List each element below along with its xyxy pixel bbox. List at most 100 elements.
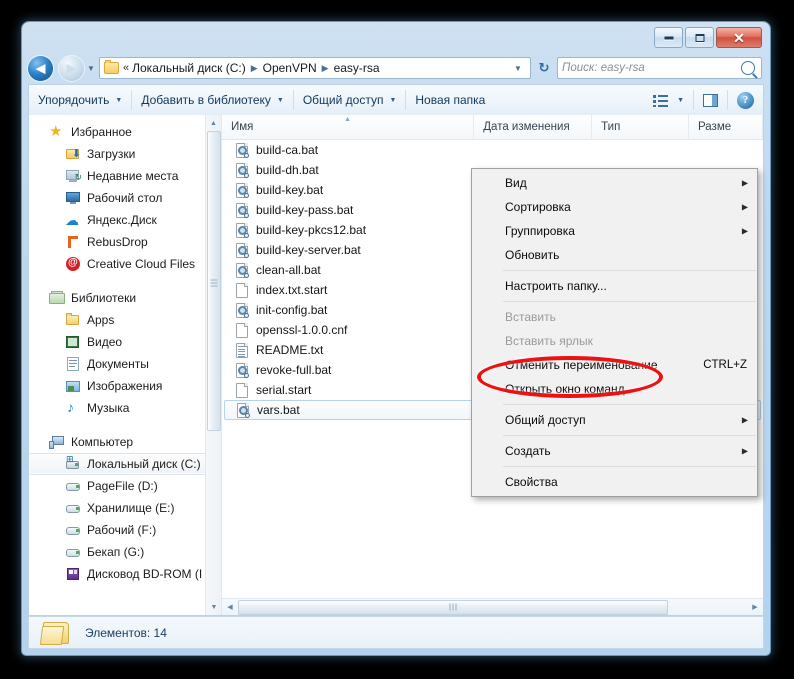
file-name-label: build-key-server.bat	[256, 243, 361, 257]
hscroll-left-button[interactable]: ◀	[222, 603, 238, 611]
breadcrumb-item-drive[interactable]: Локальный диск (C:)	[132, 61, 246, 75]
organize-button[interactable]: Упорядочить ▼	[29, 88, 131, 112]
menu-item[interactable]: Отменить переименование CTRL+Z	[472, 353, 757, 377]
menu-item-shortcut: CTRL+Z	[703, 359, 747, 371]
column-header[interactable]: ▲ Имя	[222, 115, 475, 139]
close-button[interactable]: ✕	[716, 27, 762, 48]
file-name-label: vars.bat	[257, 403, 300, 417]
address-breadcrumb-bar[interactable]: « Локальный диск (C:) ▶ OpenVPN ▶ easy-r…	[99, 57, 531, 79]
refresh-button[interactable]: ↻	[533, 57, 555, 79]
history-dropdown-button[interactable]: ▼	[84, 64, 98, 73]
sidebar-item[interactable]: Apps	[29, 309, 221, 331]
breadcrumb-overflow[interactable]: «	[123, 62, 132, 74]
file-row[interactable]: build-ca.bat	[222, 140, 763, 160]
search-icon	[741, 61, 755, 75]
hscroll-thumb[interactable]	[238, 599, 668, 615]
drive-icon	[65, 544, 81, 560]
scrollbar-grip-icon	[449, 603, 457, 611]
sidebar-item[interactable]: Документы	[29, 353, 221, 375]
sidebar-item[interactable]: Рабочий (F:)	[29, 519, 221, 541]
navigation-group-label: Избранное	[71, 125, 132, 139]
breadcrumb-separator-icon[interactable]: ▶	[246, 63, 263, 74]
menu-item-label: Вставить	[505, 310, 556, 324]
forward-button[interactable]: ▶	[59, 55, 84, 81]
navigation-pane[interactable]: ★ Избранное ⬇ Загрузки ↻ Недавние места Рабочи…	[29, 115, 222, 615]
add-to-library-button[interactable]: Добавить в библиотеку ▼	[132, 88, 292, 112]
menu-item[interactable]: Группировка ▶	[472, 219, 757, 243]
title-bar[interactable]: ✕	[22, 22, 770, 52]
sidebar-item-label: PageFile (D:)	[87, 479, 158, 493]
navigation-group-3[interactable]: Компьютер	[29, 431, 221, 453]
sidebar-item[interactable]: Видео	[29, 331, 221, 353]
forward-arrow-icon: ▶	[66, 60, 77, 76]
bat-file-icon	[234, 302, 250, 318]
menu-item[interactable]: Обновить	[472, 243, 757, 267]
sidebar-item[interactable]: Рабочий стол	[29, 187, 221, 209]
sidebar-item-label: Creative Cloud Files	[87, 257, 196, 271]
new-folder-button[interactable]: Новая папка	[406, 88, 494, 112]
menu-item[interactable]: Создать ▶	[472, 439, 757, 463]
bat-file-icon	[234, 182, 250, 198]
sidebar-item[interactable]: ♪ Музыка	[29, 397, 221, 419]
maximize-icon	[695, 33, 704, 42]
menu-item[interactable]: Настроить папку...	[472, 274, 757, 298]
scroll-down-button[interactable]: ▼	[206, 599, 221, 615]
menu-item-label: Отменить переименование	[505, 358, 658, 372]
sidebar-item[interactable]: Хранилище (E:)	[29, 497, 221, 519]
menu-item[interactable]: Сортировка ▶	[472, 195, 757, 219]
chevron-down-icon: ▼	[276, 96, 284, 104]
column-header[interactable]: Тип	[592, 115, 689, 139]
sidebar-item[interactable]: Изображения	[29, 375, 221, 397]
sidebar-item[interactable]: ⊞ Локальный диск (C:)	[29, 453, 219, 475]
breadcrumb-separator-icon[interactable]: ▶	[317, 63, 334, 74]
sidebar-item[interactable]: RebusDrop	[29, 231, 221, 253]
share-button[interactable]: Общий доступ ▼	[294, 88, 406, 112]
item-count-label: Элементов: 14	[85, 625, 167, 640]
menu-item[interactable]: Общий доступ ▶	[472, 408, 757, 432]
scroll-up-button[interactable]: ▲	[206, 115, 221, 131]
minimize-button[interactable]	[654, 27, 683, 48]
scrollbar-thumb[interactable]	[207, 131, 221, 431]
menu-item[interactable]: Вид ▶	[472, 171, 757, 195]
back-button[interactable]: ◀	[28, 55, 53, 81]
sidebar-item-label: Рабочий (F:)	[87, 523, 157, 537]
menu-separator	[503, 435, 756, 436]
sidebar-item[interactable]: Бекап (G:)	[29, 541, 221, 563]
back-arrow-icon: ◀	[35, 60, 46, 76]
folder-icon	[104, 60, 119, 74]
submenu-arrow-icon: ▶	[741, 446, 748, 456]
context-menu[interactable]: Вид ▶ Сортировка ▶ Группировка ▶ Обновить Настр…	[471, 168, 758, 497]
preview-pane-button[interactable]	[694, 88, 727, 112]
music-library-icon: ♪	[67, 399, 74, 415]
hscroll-track[interactable]	[238, 599, 747, 615]
hscroll-right-button[interactable]: ▶	[747, 603, 763, 611]
menu-item-label: Вставить ярлык	[505, 334, 593, 348]
search-box[interactable]: Поиск: easy-rsa	[557, 57, 762, 79]
bat-file-icon	[235, 402, 251, 418]
sidebar-item[interactable]: Дисковод BD-ROM (I	[29, 563, 221, 585]
sidebar-item[interactable]: ↻ Недавние места	[29, 165, 221, 187]
address-dropdown-icon[interactable]: ▼	[510, 64, 526, 73]
submenu-arrow-icon: ▶	[741, 178, 748, 188]
file-list-horizontal-scrollbar[interactable]: ◀ ▶	[222, 598, 763, 615]
desktop-icon	[65, 190, 81, 206]
navigation-scrollbar[interactable]: ▲ ▼	[205, 115, 221, 615]
maximize-button[interactable]	[685, 27, 714, 48]
navigation-group-1[interactable]: ★ Избранное	[29, 121, 221, 143]
bd-rom-icon	[65, 566, 81, 582]
column-header[interactable]: Разме	[689, 115, 763, 139]
navigation-group-2[interactable]: Библиотеки	[29, 287, 221, 309]
column-header[interactable]: Дата изменения	[474, 115, 593, 139]
change-view-button[interactable]: ▼	[644, 88, 693, 112]
sidebar-item[interactable]: PageFile (D:)	[29, 475, 221, 497]
search-input[interactable]: Поиск: easy-rsa	[562, 62, 741, 74]
bat-file-icon	[234, 202, 250, 218]
sidebar-item[interactable]: @ Creative Cloud Files	[29, 253, 221, 275]
sidebar-item[interactable]: ☁ Яндекс.Диск	[29, 209, 221, 231]
sidebar-item[interactable]: ⬇ Загрузки	[29, 143, 221, 165]
breadcrumb-item-easyrsa[interactable]: easy-rsa	[334, 61, 380, 75]
menu-item[interactable]: Свойства	[472, 470, 757, 494]
breadcrumb-item-openvpn[interactable]: OpenVPN	[263, 61, 317, 75]
menu-item[interactable]: Открыть окно команд	[472, 377, 757, 401]
help-button[interactable]: ?	[728, 88, 763, 112]
